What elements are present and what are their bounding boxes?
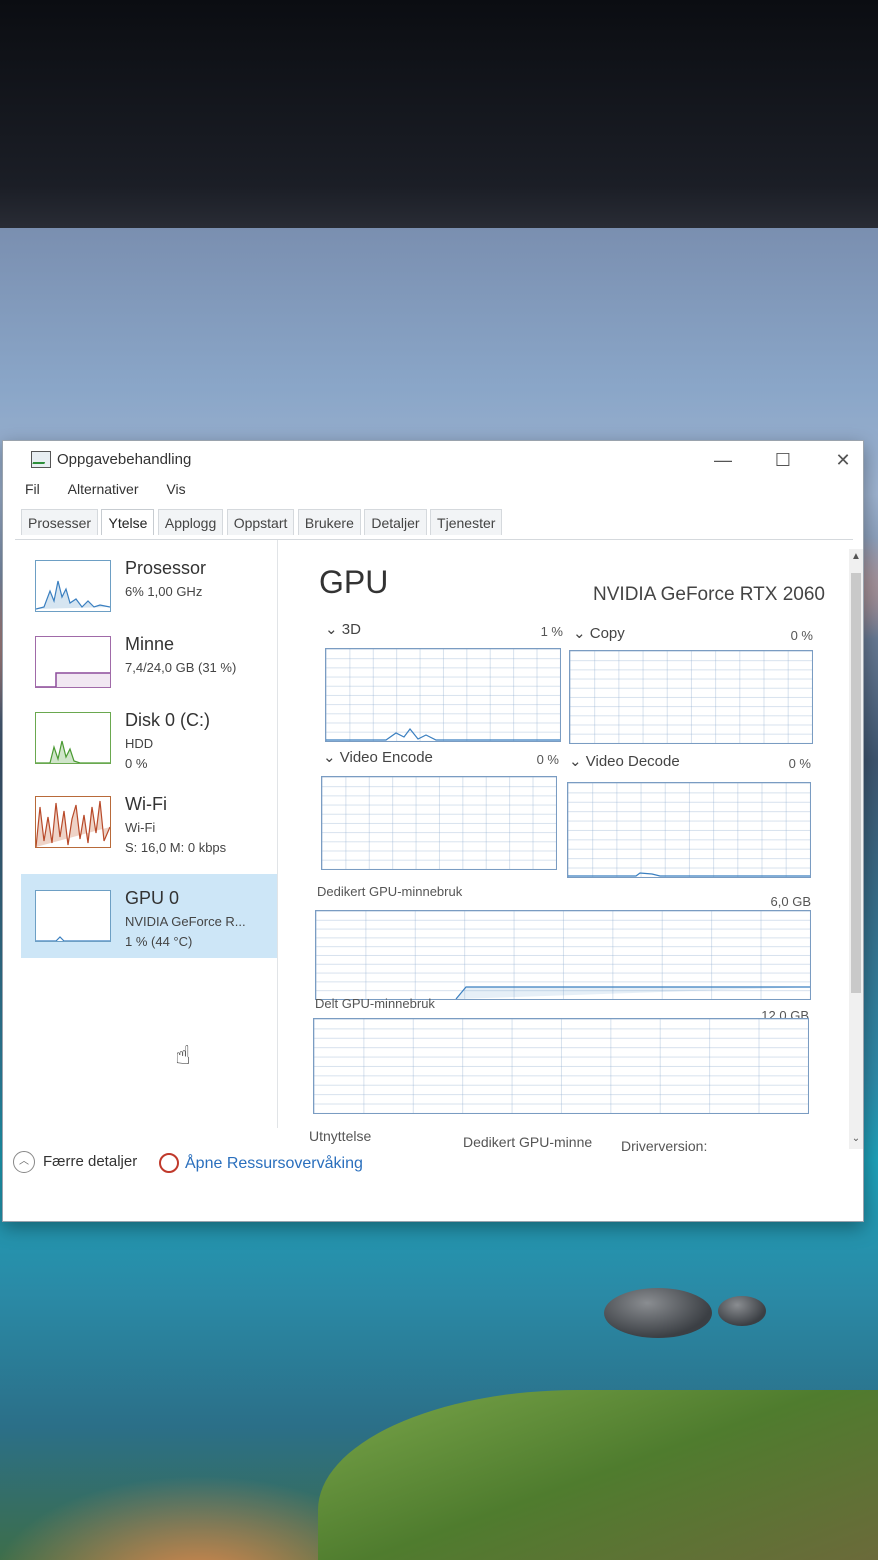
cpu-title: Prosessor [125,558,207,578]
disk-mini-graph [36,740,110,763]
sidebar-item-wifi[interactable]: Wi-Fi Wi-Fi S: 16,0 M: 0 kbps [21,780,277,858]
engine-3d-percent: 1 % [540,624,563,639]
task-manager-icon [31,451,51,468]
gpu-usage-temp: 1 % (44 °C) [125,934,193,949]
disk-usage: 0 % [125,756,148,771]
engine-video-encode-graph [321,776,557,870]
gpu-title: GPU 0 [125,888,180,908]
chevron-down-icon: ⌄ [325,621,342,638]
engine-3d-line [326,728,560,741]
engine-3d-graph [325,648,561,742]
cpu-thumbnail-graph [35,560,111,612]
wifi-title: Wi-Fi [125,794,167,814]
sidebar-item-memory[interactable]: Minne 7,4/24,0 GB (31 %) [21,620,277,698]
cpu-mini-graph [36,580,110,610]
tab-details[interactable]: Detaljer [364,509,427,535]
engine-3d-label[interactable]: ⌄ 3D [325,620,361,638]
tab-strip: Prosesser Ytelse Applogg Oppstart Bruker… [21,509,503,537]
sidebar-item-cpu[interactable]: Prosessor 6% 1,00 GHz [21,544,277,622]
utilization-label: Utnyttelse [309,1128,372,1144]
tab-startup[interactable]: Oppstart [226,509,295,535]
wifi-type: Wi-Fi [125,820,156,835]
tab-users[interactable]: Brukere [297,509,361,535]
minimize-button[interactable]: — [701,445,745,475]
memory-stats: 7,4/24,0 GB (31 %) [125,660,237,675]
gpu-detail-panel: GPU NVIDIA GeForce RTX 2060 ⌄ 3D 1 % ⌄ C… [305,540,825,1154]
scroll-up-icon[interactable]: ▲ [849,551,863,567]
chevron-down-icon: ⌄ [323,749,340,766]
engine-copy-percent: 0 % [790,628,813,643]
chevron-down-icon: ⌄ [573,625,590,642]
scrollbar-thumb[interactable] [851,573,861,993]
engine-video-encode-name: Video Encode [339,749,433,766]
gpu-mini-graph [36,936,110,941]
menu-view[interactable]: Vis [162,479,189,499]
disk-thumbnail-graph [35,712,111,764]
engine-video-decode-graph [567,782,811,878]
engine-copy-label[interactable]: ⌄ Copy [573,624,625,642]
shared-memory-label: Delt GPU-minnebruk [315,996,435,1011]
wifi-throughput: S: 16,0 M: 0 kbps [125,840,227,855]
gpu-thumbnail-graph [35,890,111,942]
disk-type: HDD [125,736,154,751]
engine-video-decode-name: Video Decode [585,753,680,770]
gpu-model: NVIDIA GeForce R... [125,914,246,929]
dedicated-memory-line [455,986,810,1000]
footer-bar: ︿ Færre detaljer Åpne Ressursovervåking [3,1143,863,1183]
menu-file[interactable]: Fil [21,479,44,499]
resource-monitor-icon[interactable] [159,1153,179,1173]
engine-copy-graph [569,650,813,744]
tab-services[interactable]: Tjenester [430,509,503,535]
wallpaper-rock [718,1296,766,1326]
gpu-name: NVIDIA GeForce RTX 2060 [593,584,825,605]
menu-bar: Fil Alternativer Vis [21,479,206,503]
engine-3d-name: 3D [341,621,361,638]
wallpaper-rock [604,1288,712,1338]
collapse-chevron-icon[interactable]: ︿ [13,1151,35,1173]
dedicated-memory-label: Dedikert GPU-minnebruk [317,884,463,899]
wifi-thumbnail-graph [35,796,111,848]
wifi-mini-graph [36,800,110,847]
task-manager-window: Oppgavebehandling — ☐ ✕ Fil Alternativer… [2,440,864,1222]
open-resource-monitor-link[interactable]: Åpne Ressursovervåking [185,1155,363,1173]
sidebar-item-disk[interactable]: Disk 0 (C:) HDD 0 % [21,696,277,774]
maximize-button[interactable]: ☐ [761,445,805,475]
engine-copy-name: Copy [589,625,625,642]
vertical-scrollbar[interactable]: ▲ ⌄ [849,549,863,1149]
engine-video-decode-percent: 0 % [788,756,811,771]
dedicated-memory-max: 6,0 GB [770,894,811,909]
memory-title: Minne [125,634,175,654]
disk-title: Disk 0 (C:) [125,710,210,730]
chevron-down-icon: ⌄ [569,753,586,770]
engine-video-decode-label[interactable]: ⌄ Video Decode [569,752,680,770]
tab-performance[interactable]: Ytelse [101,509,155,535]
wallpaper-grass [318,1390,878,1560]
engine-video-decode-line [568,872,810,877]
close-button[interactable]: ✕ [821,445,865,475]
gpu-heading: GPU [319,564,389,600]
menu-options[interactable]: Alternativer [64,479,143,499]
dedicated-memory-graph [315,910,811,1000]
title-bar[interactable]: Oppgavebehandling — ☐ ✕ [3,441,863,479]
window-title: Oppgavebehandling [57,451,192,468]
memory-thumbnail-graph [35,636,111,688]
hand-cursor-icon: ☝ [175,1040,191,1070]
engine-video-encode-label[interactable]: ⌄ Video Encode [323,748,433,766]
performance-content: Prosessor 6% 1,00 GHz Minne 7,4/24,0 GB … [15,539,853,1154]
sidebar-item-gpu[interactable]: GPU 0 NVIDIA GeForce R... 1 % (44 °C) [21,874,277,958]
monitor-bezel [0,0,878,232]
cpu-stats: 6% 1,00 GHz [125,584,203,599]
fewer-details-link[interactable]: Færre detaljer [43,1153,137,1170]
engine-video-encode-percent: 0 % [536,752,559,767]
shared-memory-graph [313,1018,809,1114]
tab-processes[interactable]: Prosesser [21,509,99,535]
memory-mini-graph [36,672,110,687]
tab-app-history[interactable]: Applogg [157,509,224,535]
resource-list: Prosessor 6% 1,00 GHz Minne 7,4/24,0 GB … [15,540,278,1128]
